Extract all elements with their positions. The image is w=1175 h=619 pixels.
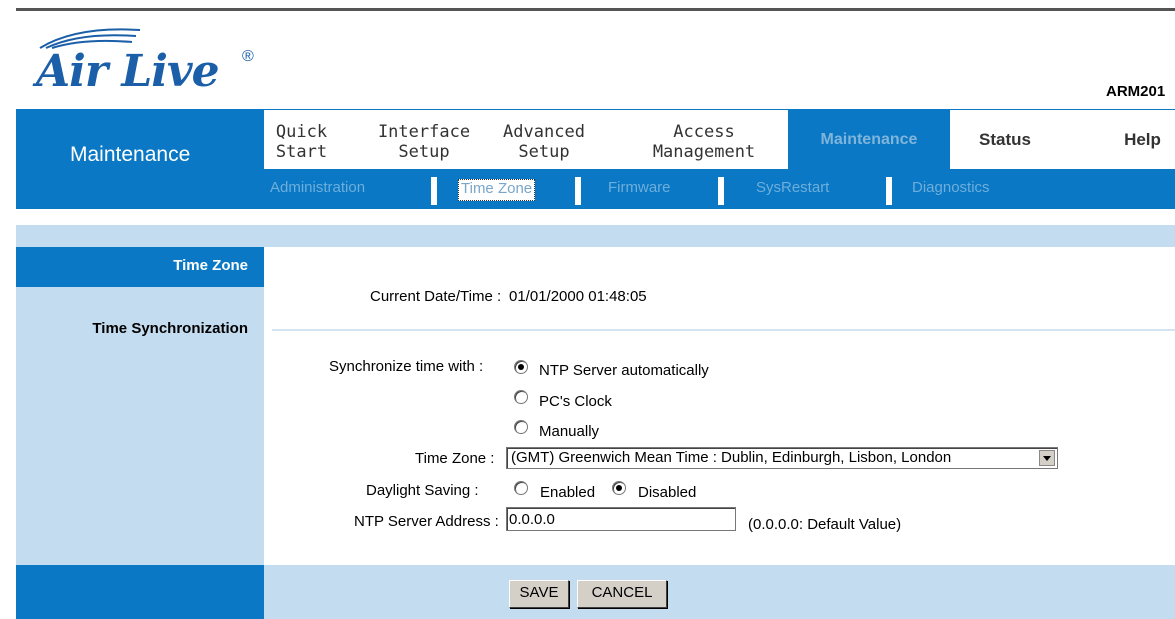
model-name: ARM201 bbox=[1106, 83, 1166, 100]
submenu-separator bbox=[718, 177, 724, 205]
ntp-server-hint: (0.0.0.0: Default Value) bbox=[748, 516, 902, 533]
ntp-server-input[interactable] bbox=[506, 507, 736, 531]
sidebar-time-sync-label: Time Synchronization bbox=[92, 320, 248, 337]
submenu-time-zone[interactable]: Time Zone bbox=[458, 179, 536, 201]
submenu-separator bbox=[886, 177, 892, 205]
top-band bbox=[16, 225, 1175, 247]
menu-label: Access bbox=[673, 122, 735, 142]
top-rule bbox=[16, 8, 1175, 11]
menu-quick-start[interactable]: Quick Start bbox=[264, 110, 339, 170]
menu-label: Management bbox=[652, 142, 756, 162]
dst-enabled-label: Enabled bbox=[540, 484, 596, 501]
menu-interface-setup[interactable]: Interface Setup bbox=[369, 110, 479, 170]
save-button[interactable]: SAVE bbox=[509, 580, 569, 608]
dst-disabled-radio[interactable] bbox=[612, 481, 626, 495]
menu-label: Setup bbox=[518, 142, 570, 162]
dst-enabled-radio[interactable] bbox=[514, 481, 528, 495]
time-zone-value: (GMT) Greenwich Mean Time : Dublin, Edin… bbox=[511, 449, 952, 466]
registered-mark: ® bbox=[242, 48, 254, 65]
footer-bar bbox=[264, 565, 1175, 619]
sub-menu: Administration Time Zone Firmware SysRes… bbox=[264, 169, 1175, 209]
cancel-button[interactable]: CANCEL bbox=[577, 580, 667, 608]
sync-pc-clock-radio[interactable] bbox=[514, 390, 528, 404]
section-title: Maintenance bbox=[70, 143, 191, 166]
menu-label: Advanced bbox=[503, 122, 585, 142]
menu-label: Interface bbox=[377, 122, 471, 142]
menu-advanced-setup[interactable]: Advanced Setup bbox=[489, 110, 599, 170]
daylight-saving-label: Daylight Saving : bbox=[366, 482, 479, 499]
menu-maintenance[interactable]: Maintenance bbox=[788, 110, 950, 170]
current-datetime-label: Current Date/Time : bbox=[370, 288, 502, 305]
menu-access-management[interactable]: Access Management bbox=[634, 110, 774, 170]
main-menu: Quick Start Interface Setup Advanced Set… bbox=[264, 109, 1175, 170]
menu-label: Setup bbox=[398, 142, 450, 162]
footer-left bbox=[16, 565, 264, 619]
menu-status[interactable]: Status bbox=[950, 110, 1060, 170]
submenu-administration[interactable]: Administration bbox=[270, 179, 365, 201]
section-header: Maintenance bbox=[16, 109, 264, 209]
submenu-separator bbox=[575, 177, 581, 205]
submenu-sysrestart[interactable]: SysRestart bbox=[756, 179, 829, 201]
chevron-down-icon[interactable] bbox=[1039, 450, 1055, 466]
logo-text: Air Live bbox=[36, 46, 220, 97]
submenu-separator bbox=[431, 177, 437, 205]
sidebar bbox=[16, 247, 264, 565]
sidebar-time-zone: Time Zone bbox=[16, 247, 264, 287]
ntp-server-label: NTP Server Address : bbox=[354, 513, 499, 530]
submenu-diagnostics[interactable]: Diagnostics bbox=[912, 179, 990, 201]
sync-manually-radio[interactable] bbox=[514, 420, 528, 434]
menu-label: Quick bbox=[275, 122, 328, 142]
spacer bbox=[16, 209, 1175, 225]
time-zone-select[interactable]: (GMT) Greenwich Mean Time : Dublin, Edin… bbox=[506, 447, 1058, 469]
sync-manually-label: Manually bbox=[539, 423, 600, 440]
sync-pc-clock-label: PC's Clock bbox=[539, 393, 612, 410]
airlive-logo: Air Live ® bbox=[36, 24, 266, 97]
divider bbox=[272, 329, 1175, 331]
submenu-firmware[interactable]: Firmware bbox=[608, 179, 671, 201]
menu-label: Start bbox=[275, 142, 328, 162]
time-zone-label: Time Zone : bbox=[415, 450, 495, 467]
current-datetime-value: 01/01/2000 01:48:05 bbox=[509, 288, 647, 305]
sidebar-time-zone-label: Time Zone bbox=[173, 257, 248, 274]
menu-help[interactable]: Help bbox=[1110, 110, 1175, 170]
dst-disabled-label: Disabled bbox=[638, 484, 697, 501]
sync-ntp-label: NTP Server automatically bbox=[539, 362, 709, 379]
sync-ntp-radio[interactable] bbox=[514, 360, 528, 374]
sync-label: Synchronize time with : bbox=[329, 358, 484, 375]
